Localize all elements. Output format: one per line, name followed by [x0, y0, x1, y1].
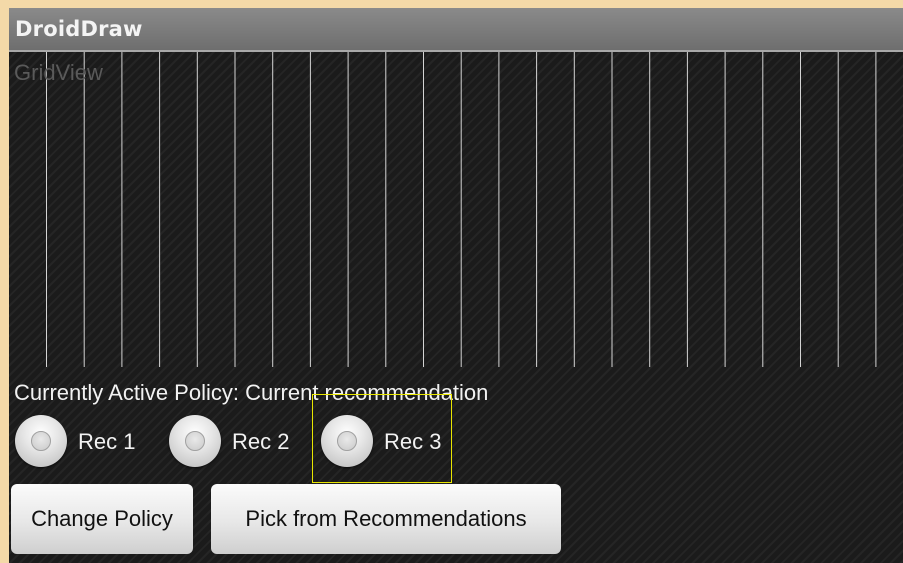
selected-widget-outline	[312, 394, 452, 483]
radio-rec-2-label[interactable]: Rec 2	[232, 429, 289, 455]
droiddraw-screen: DroidDraw GridView Currently Active Poli…	[9, 8, 903, 563]
gridview-label: GridView	[14, 60, 103, 85]
gridview[interactable]: GridView	[9, 52, 903, 367]
radio-button-icon[interactable]	[169, 415, 221, 467]
radio-rec-1-label[interactable]: Rec 1	[78, 429, 135, 455]
radio-button-icon[interactable]	[15, 415, 67, 467]
gridview-column-lines	[46, 52, 877, 367]
app-title: DroidDraw	[15, 17, 143, 41]
title-bar: DroidDraw	[9, 8, 903, 52]
pick-from-recommendations-button[interactable]: Pick from Recommendations	[211, 484, 561, 554]
change-policy-button[interactable]: Change Policy	[11, 484, 193, 554]
